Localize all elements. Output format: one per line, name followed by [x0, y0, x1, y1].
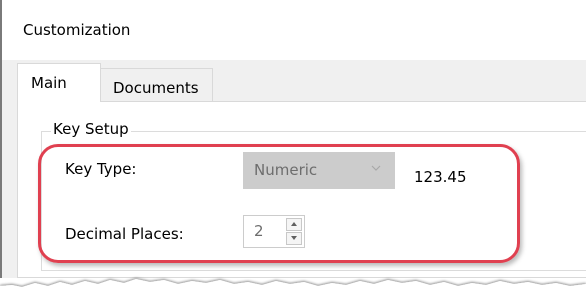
tab-documents-label: Documents — [113, 79, 199, 97]
chevron-down-icon — [371, 165, 381, 171]
spin-up-arrow-icon — [291, 222, 297, 226]
title-bar: Customization — [2, 0, 586, 60]
customization-dialog: Customization Main Documents Key Setup K… — [0, 0, 586, 278]
decimal-places-stepper[interactable]: 2 — [243, 215, 305, 248]
key-setup-group-title: Key Setup — [51, 120, 131, 138]
tab-main-label: Main — [31, 74, 67, 92]
torn-edge — [0, 279, 586, 295]
tab-documents[interactable]: Documents — [100, 68, 213, 101]
spin-up-button[interactable] — [286, 218, 302, 231]
key-type-label: Key Type: — [65, 160, 137, 178]
spin-down-button[interactable] — [286, 232, 302, 245]
example-value-text: 123.45 — [414, 168, 467, 186]
window-title: Customization — [23, 21, 131, 39]
decimal-places-value: 2 — [254, 222, 264, 240]
key-type-select[interactable]: Numeric — [243, 152, 395, 189]
decimal-places-label: Decimal Places: — [65, 225, 184, 243]
spin-down-arrow-icon — [291, 236, 297, 240]
tab-main[interactable]: Main — [17, 63, 101, 102]
key-type-select-value: Numeric — [254, 161, 318, 179]
